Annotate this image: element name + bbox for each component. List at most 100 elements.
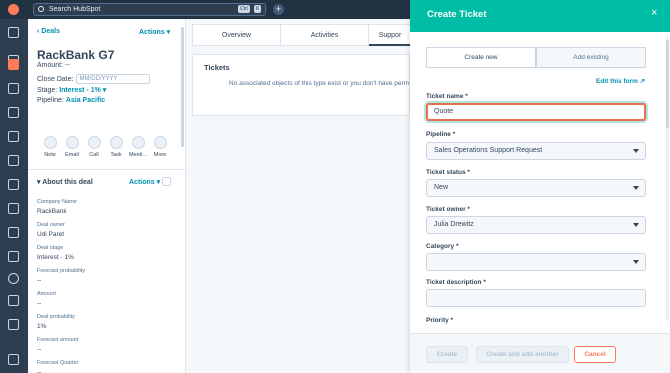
data-management-icon[interactable] xyxy=(8,203,19,214)
crm-contacts-icon[interactable] xyxy=(8,59,19,70)
chevron-down-icon xyxy=(633,223,639,227)
meeting-icon xyxy=(131,136,145,149)
property-label: Deal stage xyxy=(37,245,64,251)
search-icon xyxy=(38,6,44,12)
sidebar-scrollbar[interactable] xyxy=(181,27,184,147)
reporting-icon[interactable] xyxy=(8,227,19,238)
ticket-name-input[interactable]: Quote xyxy=(426,103,646,121)
property-label: Deal owner xyxy=(37,222,65,228)
category-label: Category * xyxy=(426,243,459,250)
create-new-button[interactable]: + xyxy=(273,4,284,15)
about-section-toggle[interactable]: ▾ About this deal xyxy=(37,178,93,186)
amount-field[interactable]: Amount: -- xyxy=(37,62,70,69)
category-select[interactable] xyxy=(426,253,646,271)
tab-support[interactable]: Suppor xyxy=(369,25,411,46)
chevron-down-icon xyxy=(633,149,639,153)
edit-form-link[interactable]: Edit this form ↗ xyxy=(596,77,645,85)
task-icon xyxy=(109,136,123,149)
forecast-probability-value[interactable]: -- xyxy=(37,277,41,284)
record-tabs: Overview Activities Suppor xyxy=(192,24,411,46)
more-button[interactable]: More xyxy=(148,136,172,158)
search-input[interactable]: Search HubSpot xyxy=(33,3,266,16)
property-label: Company Name xyxy=(37,199,77,205)
gear-icon[interactable] xyxy=(162,177,171,186)
deal-stage-value[interactable]: Interest - 1% xyxy=(37,254,74,261)
property-label: Forecast probability xyxy=(37,268,85,274)
actions-dropdown[interactable]: Actions ▾ xyxy=(139,28,170,36)
tickets-card: Tickets No associated objects of this ty… xyxy=(192,54,410,116)
service-icon[interactable] xyxy=(8,155,19,166)
panel-title: Create Ticket xyxy=(427,9,487,20)
close-date-input[interactable]: MM/DD/YYYY xyxy=(75,74,150,84)
deal-name[interactable]: RackBank G7 xyxy=(37,48,114,62)
stage-field[interactable]: Stage: Interest - 1% ▾ xyxy=(37,86,106,94)
panel-scrollbar-thumb[interactable] xyxy=(666,40,669,128)
ticket-status-select[interactable]: New xyxy=(426,179,646,197)
property-label: Amount xyxy=(37,291,56,297)
hubspot-logo-icon[interactable] xyxy=(8,4,19,15)
panel-footer: Create Create and add another Cancel xyxy=(410,333,670,373)
tickets-empty-message: No associated objects of this type exist… xyxy=(229,80,410,87)
pipeline-label: Pipeline * xyxy=(426,131,456,138)
shortcut-ctrl-badge: Ctrl xyxy=(238,5,250,13)
close-icon[interactable]: × xyxy=(651,8,657,19)
tickets-card-title: Tickets xyxy=(204,63,230,72)
library-icon[interactable] xyxy=(8,251,19,262)
note-button[interactable]: Note xyxy=(38,136,62,158)
deal-owner-value[interactable]: Udi Paret xyxy=(37,231,64,238)
chevron-down-icon xyxy=(633,186,639,190)
priority-label: Priority * xyxy=(426,317,454,324)
email-button[interactable]: Email xyxy=(60,136,84,158)
meeting-button[interactable]: Meeti... xyxy=(126,136,150,158)
call-icon xyxy=(87,136,101,149)
settings-icon[interactable] xyxy=(8,319,19,330)
pipeline-select[interactable]: Sales Operations Support Request xyxy=(426,142,646,160)
forecast-quarter-value[interactable]: -- xyxy=(37,369,41,373)
section-divider xyxy=(29,169,185,170)
bookmark-icon[interactable] xyxy=(8,27,19,38)
tab-overview[interactable]: Overview xyxy=(193,25,281,46)
panel-header: Create Ticket × xyxy=(410,0,670,32)
marketplace-icon[interactable] xyxy=(8,295,19,306)
tab-activities[interactable]: Activities xyxy=(281,25,369,46)
ticket-description-label: Ticket description * xyxy=(426,279,486,286)
back-to-deals-link[interactable]: ‹ Deals xyxy=(37,28,60,35)
ticket-owner-label: Ticket owner * xyxy=(426,206,470,213)
automation-icon[interactable] xyxy=(8,179,19,190)
pipeline-field[interactable]: Pipeline: Asia Pacific xyxy=(37,97,105,104)
company-name-value[interactable]: RackBank xyxy=(37,208,67,215)
expand-nav-icon[interactable] xyxy=(8,354,19,365)
left-navigation xyxy=(0,19,28,373)
property-label: Forecast amount xyxy=(37,337,79,343)
sales-icon[interactable] xyxy=(8,131,19,142)
property-label: Deal probability xyxy=(37,314,75,320)
call-button[interactable]: Call xyxy=(82,136,106,158)
close-date-field: Close Date: MM/DD/YYYY xyxy=(37,74,150,84)
tab-create-new[interactable]: Create new xyxy=(426,47,536,68)
property-label: Forecast Quarter xyxy=(37,360,79,366)
tab-add-existing[interactable]: Add existing xyxy=(536,47,646,68)
about-actions-dropdown[interactable]: Actions ▾ xyxy=(129,178,160,186)
create-button[interactable]: Create xyxy=(426,346,468,363)
create-and-add-another-button[interactable]: Create and add another xyxy=(476,346,569,363)
record-main-column: Overview Activities Suppor Tickets No as… xyxy=(186,19,411,373)
marketing-icon[interactable] xyxy=(8,83,19,94)
deal-probability-value[interactable]: 1% xyxy=(37,323,46,330)
shortcut-k-badge: K xyxy=(254,5,262,13)
record-sidebar: ‹ Deals Actions ▾ RackBank G7 Amount: --… xyxy=(29,19,186,373)
forecast-amount-value[interactable]: -- xyxy=(37,346,41,353)
more-icon xyxy=(153,136,167,149)
ticket-name-label: Ticket name * xyxy=(426,93,468,100)
content-icon[interactable] xyxy=(8,107,19,118)
email-icon xyxy=(65,136,79,149)
task-button[interactable]: Task xyxy=(104,136,128,158)
cancel-button[interactable]: Cancel xyxy=(574,346,616,363)
amount-value[interactable]: -- xyxy=(37,300,41,307)
chevron-down-icon xyxy=(633,260,639,264)
create-ticket-panel: Create Ticket × Create new Add existing … xyxy=(410,0,670,373)
ticket-owner-select[interactable]: Julia Drewitz xyxy=(426,216,646,234)
breeze-icon[interactable] xyxy=(8,273,19,284)
ticket-status-label: Ticket status * xyxy=(426,169,470,176)
note-icon xyxy=(43,136,57,149)
ticket-description-input[interactable] xyxy=(426,289,646,307)
